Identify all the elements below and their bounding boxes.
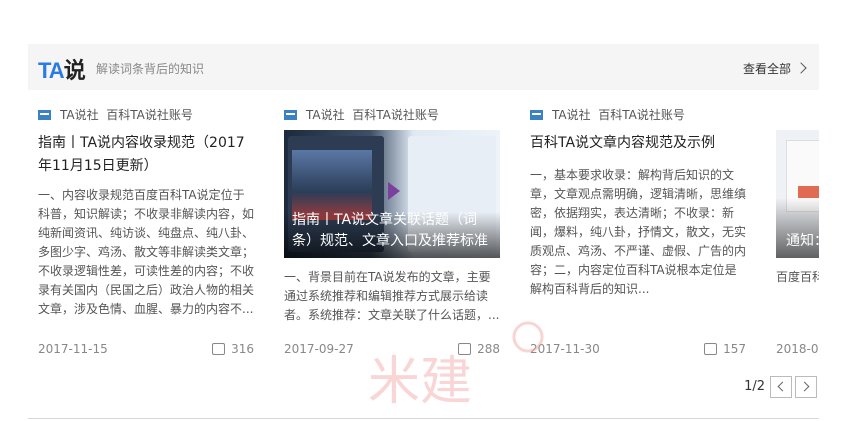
card-source[interactable]: TA说社 百科TA说社账号: [38, 106, 193, 122]
page-indicator: 1/2: [744, 379, 765, 394]
section-subtitle: 解读词条背后的知识: [96, 62, 205, 76]
article-card[interactable]: TA说社 百科TA说社账号 百科TA说文章内容规范及示例 一，基本要求收录：解构…: [530, 106, 746, 366]
card-thumbnail[interactable]: 通知：词条说: [776, 130, 819, 258]
chevron-right-icon: [795, 62, 807, 74]
ta-shuo-account-icon: [284, 109, 297, 120]
article-card[interactable]: 通知：词条说 百度百科建TA说社百科TA说账号 2018-04: [776, 106, 819, 366]
card-date: 2017-11-30: [530, 342, 600, 356]
article-card[interactable]: TA说社 百科TA说社账号 指南丨TA说内容收录规范（2017年11月15日更新…: [38, 106, 254, 366]
card-title[interactable]: 百科TA说文章内容规范及示例: [530, 132, 746, 155]
section-header: TA说 解读词条背后的知识 查看全部: [28, 44, 819, 90]
card-description: 一，基本要求收录：解构背后知识的文章，文章观点需明确，逻辑清晰，思维缜密，依据翔…: [530, 168, 746, 296]
like-button[interactable]: 316: [212, 342, 254, 356]
ta-shuo-account-icon: [530, 109, 543, 120]
ta-shuo-account-icon: [38, 109, 51, 120]
card-source[interactable]: TA说社 百科TA说社账号: [530, 106, 685, 122]
card-description: 一、内容收录规范百度百科TA说定位于科普，知识解读；不收录非解读内容，如纯新闻资…: [38, 188, 254, 316]
thumbs-up-icon: [704, 342, 718, 355]
like-button[interactable]: 157: [704, 342, 746, 356]
next-page-button[interactable]: [795, 376, 817, 398]
thumbnail-caption: 指南丨TA说文章关联话题（词条）规范、文章入口及推荐标准: [292, 212, 488, 249]
pagination: 1/2: [699, 376, 819, 398]
card-description: 百度百科建TA说社百科TA说账号: [776, 270, 819, 284]
ta-shuo-panel: TA说 解读词条背后的知识 查看全部 TA说社 百科TA说社账号 指南丨TA说内…: [28, 44, 819, 421]
arrow-right-icon: [388, 182, 400, 200]
card-date: 2017-11-15: [38, 342, 108, 356]
thumbnail-caption: 通知：词条说: [786, 233, 819, 249]
like-button[interactable]: 288: [458, 342, 500, 356]
thumbs-up-icon: [458, 342, 472, 355]
card-source[interactable]: TA说社 百科TA说社账号: [284, 106, 439, 122]
view-all-link[interactable]: 查看全部: [743, 60, 807, 77]
thumbs-up-icon: [212, 342, 226, 355]
divider: [28, 418, 819, 419]
card-date: 2017-09-27: [284, 342, 354, 356]
card-thumbnail[interactable]: 指南丨TA说文章关联话题（词条）规范、文章入口及推荐标准: [284, 130, 500, 258]
prev-page-button[interactable]: [770, 376, 792, 398]
card-title[interactable]: 指南丨TA说内容收录规范（2017年11月15日更新）: [38, 132, 254, 178]
card-description: 一、背景目前在TA说发布的文章，主要通过系统推荐和编辑推荐方式展示给读者。系统推…: [284, 270, 500, 322]
ta-shuo-logo[interactable]: TA说: [38, 53, 86, 85]
article-card[interactable]: TA说社 百科TA说社账号 指南丨TA说文章关联话题（词条）规范、文章入口及推荐…: [284, 106, 500, 366]
card-date: 2018-04: [776, 342, 819, 356]
